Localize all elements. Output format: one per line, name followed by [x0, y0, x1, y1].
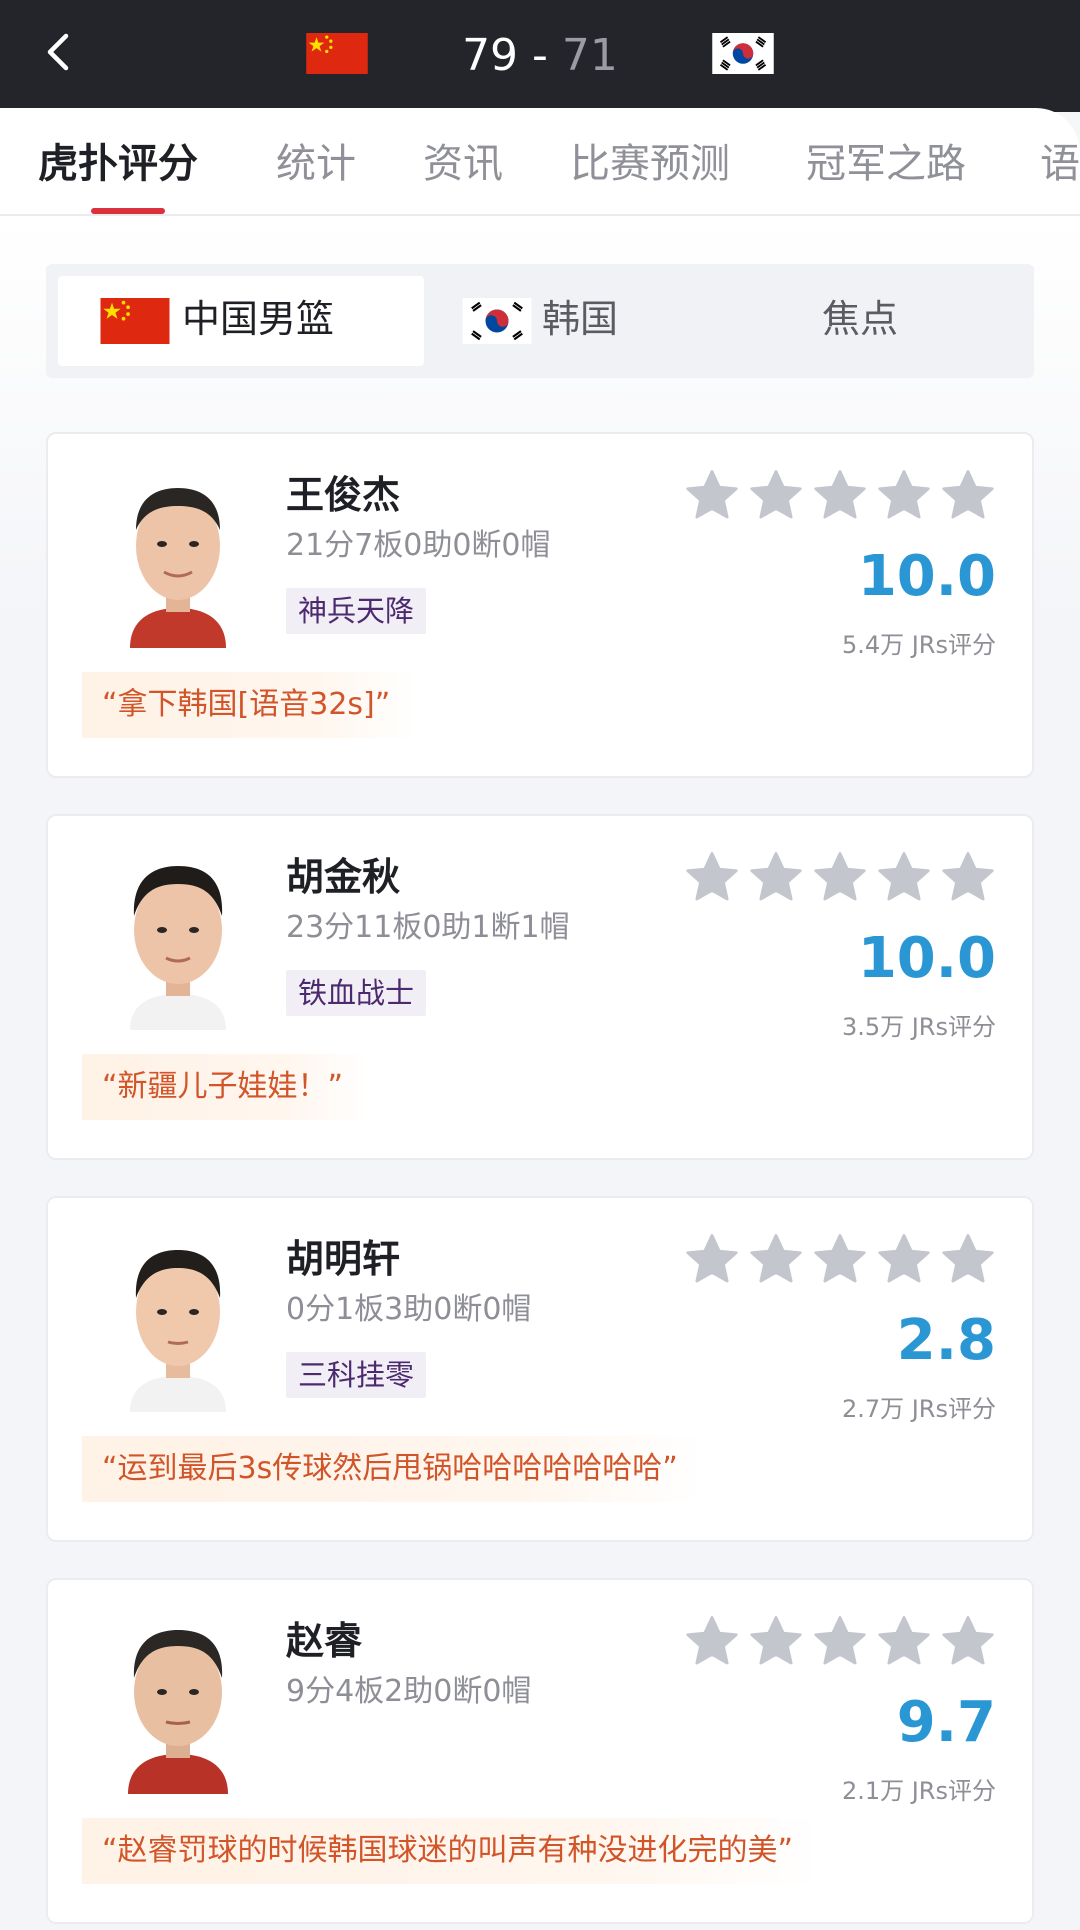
china-flag-icon — [100, 298, 170, 344]
player-avatar — [108, 468, 248, 648]
star-icon[interactable] — [748, 850, 804, 906]
tab-news[interactable]: 资讯 — [423, 138, 503, 190]
player-card[interactable]: 赵睿 9分4板2助0断0帽 9.7 2.1万 JRs评分 “赵睿罚球的时候韩国球… — [46, 1578, 1034, 1924]
segment-china-label[interactable]: 中国男篮 — [182, 294, 334, 344]
segment-focus-label[interactable]: 焦点 — [822, 294, 898, 344]
rating-votes: 2.1万 JRs评分 — [841, 1777, 996, 1805]
star-icon[interactable] — [684, 1614, 740, 1670]
player-avatar — [108, 1614, 248, 1794]
south-korea-flag-icon — [462, 298, 532, 344]
away-score: 71 — [561, 30, 618, 81]
rating-votes: 2.7万 JRs评分 — [841, 1395, 996, 1423]
top-comment-quote[interactable]: “拿下韩国[语音32s]” — [82, 672, 417, 738]
star-icon[interactable] — [940, 468, 996, 524]
star-rating[interactable] — [684, 468, 996, 524]
rating-votes: 5.4万 JRs评分 — [841, 631, 996, 659]
back-arrow-icon[interactable] — [38, 30, 82, 74]
star-icon[interactable] — [812, 468, 868, 524]
south-korea-flag-icon — [712, 33, 774, 74]
tab-more-cutoff[interactable]: 语 — [1040, 138, 1080, 190]
match-header: 79 - 71 — [0, 0, 1080, 112]
china-flag-icon — [306, 33, 368, 74]
player-avatar — [108, 1232, 248, 1412]
player-rating: 9.7 — [896, 1690, 996, 1755]
segment-korea-label[interactable]: 韩国 — [542, 294, 618, 344]
player-name: 王俊杰 — [286, 473, 401, 517]
tab-stats[interactable]: 统计 — [276, 138, 356, 190]
player-badge: 三科挂零 — [286, 1352, 427, 1398]
score-display: 79 - 71 — [440, 26, 640, 86]
star-icon[interactable] — [876, 1232, 932, 1288]
star-icon[interactable] — [876, 850, 932, 906]
star-rating[interactable] — [684, 850, 996, 906]
star-icon[interactable] — [748, 1614, 804, 1670]
top-comment-quote[interactable]: “新疆儿子娃娃！” — [82, 1054, 370, 1120]
player-name: 胡金秋 — [286, 855, 401, 899]
player-name: 胡明轩 — [286, 1237, 401, 1281]
player-avatar — [108, 850, 248, 1030]
star-icon[interactable] — [812, 1614, 868, 1670]
player-card[interactable]: 胡金秋 23分11板0助1断1帽 铁血战士 10.0 3.5万 JRs评分 “新… — [46, 814, 1034, 1160]
tab-hupu-rating[interactable]: 虎扑评分 — [38, 138, 198, 190]
star-icon[interactable] — [812, 1232, 868, 1288]
top-comment-quote[interactable]: “运到最后3s传球然后甩锅哈哈哈哈哈哈哈” — [82, 1436, 704, 1502]
star-icon[interactable] — [940, 850, 996, 906]
star-icon[interactable] — [684, 468, 740, 524]
player-rating: 2.8 — [896, 1308, 996, 1373]
star-icon[interactable] — [940, 1232, 996, 1288]
player-badge: 神兵天降 — [286, 588, 427, 634]
star-icon[interactable] — [940, 1614, 996, 1670]
rating-votes: 3.5万 JRs评分 — [841, 1013, 996, 1041]
top-comment-quote[interactable]: “赵睿罚球的时候韩国球迷的叫声有种没进化完的美” — [82, 1818, 820, 1884]
star-icon[interactable] — [876, 1614, 932, 1670]
player-rating: 10.0 — [857, 544, 996, 609]
active-tab-indicator — [91, 208, 165, 214]
star-icon[interactable] — [748, 468, 804, 524]
player-card[interactable]: 胡明轩 0分1板3助0断0帽 三科挂零 2.8 2.7万 JRs评分 “运到最后… — [46, 1196, 1034, 1542]
player-stats: 21分7板0助0断0帽 — [286, 528, 551, 563]
star-icon[interactable] — [876, 468, 932, 524]
player-name: 赵睿 — [286, 1619, 363, 1663]
team-segment-control: 中国男篮 韩国 焦点 — [46, 264, 1034, 378]
star-icon[interactable] — [684, 1232, 740, 1288]
tab-champion-road[interactable]: 冠军之路 — [806, 138, 966, 190]
player-card[interactable]: 王俊杰 21分7板0助0断0帽 神兵天降 10.0 5.4万 JRs评分 “拿下… — [46, 432, 1034, 778]
player-stats: 23分11板0助1断1帽 — [286, 910, 570, 945]
player-badge: 铁血战士 — [286, 970, 427, 1016]
home-score: 79 — [462, 30, 519, 81]
star-rating[interactable] — [684, 1232, 996, 1288]
score-separator: - — [518, 30, 562, 81]
player-stats: 9分4板2助0断0帽 — [286, 1674, 532, 1709]
player-rating: 10.0 — [857, 926, 996, 991]
player-stats: 0分1板3助0断0帽 — [286, 1292, 532, 1327]
star-icon[interactable] — [748, 1232, 804, 1288]
star-rating[interactable] — [684, 1614, 996, 1670]
star-icon[interactable] — [684, 850, 740, 906]
tab-bar: 虎扑评分 统计 资讯 比赛预测 冠军之路 语 — [0, 108, 1080, 216]
star-icon[interactable] — [812, 850, 868, 906]
tab-prediction[interactable]: 比赛预测 — [570, 138, 730, 190]
